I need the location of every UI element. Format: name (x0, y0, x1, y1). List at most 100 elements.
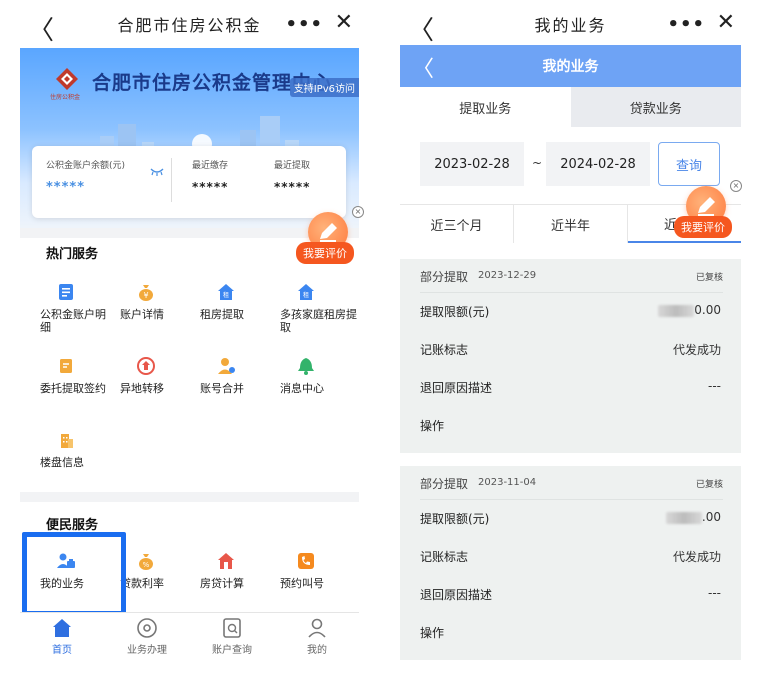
service-label: 房贷计算 (200, 577, 244, 590)
tab-label: 我的 (307, 645, 327, 656)
service-building-info[interactable]: 楼盘信息 (28, 430, 106, 469)
contract-icon (60, 359, 72, 373)
service-entrust-sign[interactable]: 委托提取签约 (28, 356, 106, 395)
service-message-center[interactable]: 消息中心 (268, 356, 346, 395)
service-label: 消息中心 (280, 382, 324, 395)
header-back-button[interactable]: 〈 (412, 51, 434, 83)
right-top-bar: 〈 我的业务 ••• ✕ (400, 0, 741, 48)
service-multichild-rent[interactable]: 租 多孩家庭租房提取 (268, 282, 358, 334)
service-label: 多孩家庭租房提取 (280, 308, 357, 334)
service-label: 楼盘信息 (40, 456, 84, 469)
business-segment-tabs: 提取业务 贷款业务 (400, 87, 741, 127)
left-screen: 〈 合肥市住房公积金 ••• ✕ 住房公积金 合肥市住房公积金管理中心 支持IP… (20, 0, 364, 681)
back-button[interactable]: 〈 (28, 10, 56, 47)
record-header: 部分提取 2023-12-29 已复核 (420, 259, 723, 293)
service-account-info[interactable]: ¥ 账户详情 (108, 282, 186, 321)
balance-label: 公积金账户余额(元) (46, 161, 126, 171)
range-three-months[interactable]: 近三个月 (400, 205, 514, 243)
deposit-label: 最近缴存 (192, 161, 229, 171)
svg-text:¥: ¥ (143, 291, 148, 300)
evaluate-label: 我要评价 (674, 216, 732, 238)
service-label: 公积金账户明细 (40, 308, 106, 334)
balance-value: ***** (46, 180, 85, 195)
record-status: 已复核 (695, 273, 723, 283)
tab-label: 账户查询 (212, 645, 252, 656)
tab-label: 业务办理 (127, 645, 167, 656)
evaluate-floating-button[interactable]: 我要评价 × (296, 206, 364, 272)
transfer-icon (137, 357, 155, 375)
phone-icon (298, 553, 314, 569)
record-date: 2023-11-04 (478, 477, 537, 488)
service-label: 租房提取 (200, 308, 244, 321)
redacted-amount (665, 511, 702, 524)
record-row-flag: 记账标志 代发成功 (420, 331, 721, 369)
service-label: 委托提取签约 (40, 382, 106, 395)
tab-loan-business[interactable]: 贷款业务 (570, 87, 741, 127)
operation-label[interactable]: 操作 (420, 417, 444, 434)
service-account-merge[interactable]: 账号合并 (188, 356, 266, 395)
row-value: --- (708, 379, 721, 393)
tab-home[interactable]: 首页 (20, 617, 104, 656)
percent-bag-icon: % (139, 554, 153, 570)
end-date-field[interactable]: 2024-02-28 (546, 142, 650, 186)
tab-mine[interactable]: 我的 (275, 617, 359, 656)
close-icon[interactable]: × (730, 180, 742, 192)
close-button[interactable]: ✕ (717, 10, 737, 35)
business-record-card[interactable]: 部分提取 2023-12-29 已复核 提取限额(元) 0.00 记账标志 代发… (400, 259, 741, 453)
service-label: 预约叫号 (280, 577, 324, 590)
query-button[interactable]: 查询 (658, 142, 720, 186)
back-button[interactable]: 〈 (408, 10, 436, 47)
section-header: 〈 我的业务 (400, 45, 741, 87)
card-divider (171, 158, 172, 202)
business-record-card[interactable]: 部分提取 2023-11-04 已复核 提取限额(元) .00 记账标志 代发成… (400, 466, 741, 660)
record-row-limit: 提取限额(元) 0.00 (420, 293, 721, 331)
service-label: 账号合并 (200, 382, 244, 395)
tab-withdraw-business[interactable]: 提取业务 (400, 87, 571, 127)
person-icon (308, 618, 326, 638)
more-menu-button[interactable]: ••• (667, 14, 705, 35)
date-separator: ~ (532, 156, 543, 170)
operation-label[interactable]: 操作 (420, 624, 444, 641)
row-label: 退回原因描述 (420, 588, 493, 602)
close-button[interactable]: ✕ (335, 10, 355, 35)
range-half-year[interactable]: 近半年 (514, 205, 628, 243)
service-rent-withdraw[interactable]: 租 租房提取 (188, 282, 266, 321)
service-transfer[interactable]: 异地转移 (108, 356, 186, 395)
amount-suffix: .00 (701, 510, 721, 524)
building-icon (61, 434, 73, 448)
eye-closed-icon[interactable] (150, 166, 164, 176)
start-date-field[interactable]: 2023-02-28 (420, 142, 524, 186)
row-label: 记账标志 (420, 343, 469, 357)
row-value: 代发成功 (672, 343, 721, 357)
tab-account-query[interactable]: 账户查询 (190, 617, 274, 656)
tab-business[interactable]: 业务办理 (105, 617, 189, 656)
evaluate-floating-button[interactable]: 我要评价 × (674, 180, 742, 246)
house-rent-icon: 租 (298, 284, 314, 300)
left-top-bar: 〈 合肥市住房公积金 ••• ✕ (20, 0, 359, 48)
close-icon[interactable]: × (352, 206, 364, 218)
service-account-detail[interactable]: 公积金账户明细 (28, 282, 106, 334)
bottom-tab-bar: 首页 业务办理 账户查询 我的 (20, 612, 359, 662)
header-title: 我的业务 (542, 59, 599, 75)
service-mortgage-calc[interactable]: 房贷计算 (188, 551, 266, 590)
row-value: .00 (665, 510, 721, 524)
service-appointment[interactable]: 预约叫号 (268, 551, 346, 590)
document-icon (59, 284, 73, 300)
section-gap (20, 492, 359, 502)
account-summary-card[interactable]: 公积金账户余额(元) ***** 最近缴存 ***** 最近提取 ***** (32, 146, 346, 218)
right-screen: 〈 我的业务 ••• ✕ 〈 我的业务 提取业务 贷款业务 2023-02-28… (400, 0, 742, 681)
record-row-operation: 操作 (420, 614, 721, 652)
service-label: 异地转移 (120, 382, 164, 395)
svg-text:租: 租 (223, 291, 229, 299)
more-menu-button[interactable]: ••• (285, 14, 323, 35)
house-calc-icon (218, 553, 234, 569)
svg-text:%: % (143, 561, 150, 569)
amount-suffix: 0.00 (694, 303, 721, 317)
row-label: 提取限额(元) (420, 305, 490, 319)
record-status: 已复核 (695, 480, 723, 490)
page-title: 我的业务 (534, 16, 607, 35)
fund-logo-icon (56, 68, 78, 90)
record-type: 部分提取 (420, 270, 469, 284)
banner: 住房公积金 合肥市住房公积金管理中心 支持IPv6访问 公积金账户余额(元) *… (20, 48, 359, 228)
ipv6-badge[interactable]: 支持IPv6访问 (289, 78, 359, 97)
